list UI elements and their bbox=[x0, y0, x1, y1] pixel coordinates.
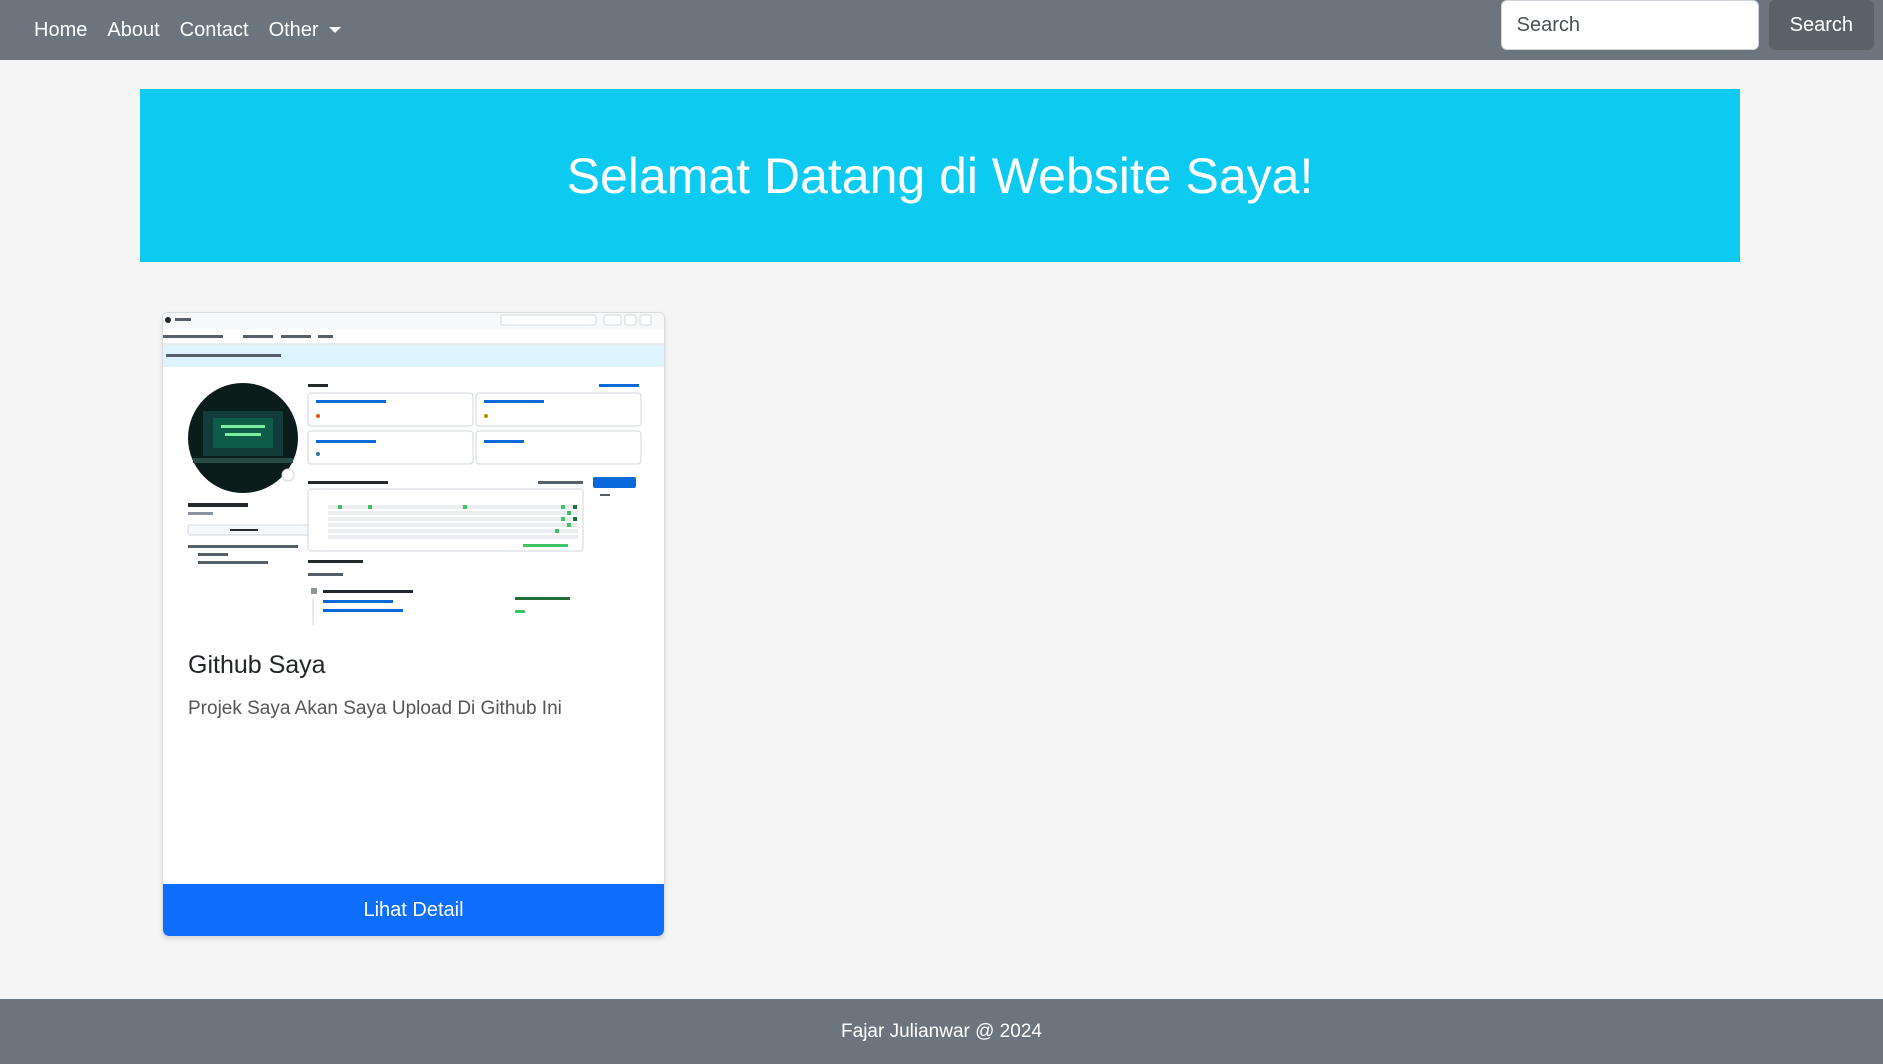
caret-down-icon bbox=[328, 27, 341, 33]
navbar: Home About Contact Other Search bbox=[0, 0, 1883, 60]
nav-links: Home About Contact Other bbox=[24, 6, 351, 54]
hero-title: Selamat Datang di Website Saya! bbox=[566, 147, 1314, 204]
card-text: Projek Saya Akan Saya Upload Di Github I… bbox=[188, 698, 562, 719]
nav-dropdown-other-label: Other bbox=[268, 19, 319, 41]
hero-banner: Selamat Datang di Website Saya! bbox=[140, 89, 1740, 262]
project-card: Github Saya Projek Saya Akan Saya Upload… bbox=[162, 312, 665, 937]
nav-link-about[interactable]: About bbox=[97, 6, 169, 54]
card-body: Github Saya Projek Saya Akan Saya Upload… bbox=[188, 651, 643, 720]
search-form: Search bbox=[1500, 0, 1874, 50]
nav-dropdown-other[interactable]: Other bbox=[259, 6, 351, 54]
nav-link-home[interactable]: Home bbox=[24, 6, 97, 54]
card-image-github-screenshot bbox=[163, 313, 664, 625]
card-title: Github Saya bbox=[188, 651, 326, 679]
nav-link-contact[interactable]: Contact bbox=[170, 6, 259, 54]
search-button[interactable]: Search bbox=[1768, 0, 1874, 50]
footer-text: Fajar Julianwar @ 2024 bbox=[841, 1020, 1042, 1042]
footer: Fajar Julianwar @ 2024 bbox=[0, 999, 1883, 1064]
search-input[interactable] bbox=[1500, 0, 1759, 50]
view-detail-button[interactable]: Lihat Detail bbox=[163, 884, 664, 936]
